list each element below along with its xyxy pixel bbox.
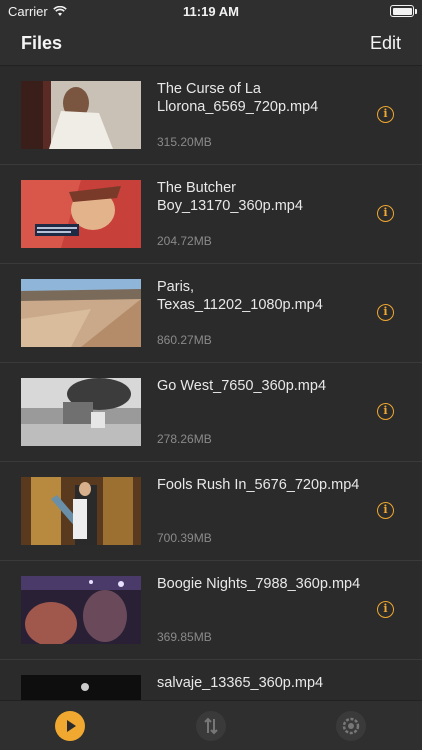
file-title: The Curse of La Llorona_6569_720p.mp4	[157, 81, 319, 115]
info-icon[interactable]: i	[377, 106, 394, 123]
battery-icon	[390, 5, 417, 17]
file-size: 204.72MB	[157, 234, 212, 248]
video-thumbnail	[21, 81, 141, 149]
file-row[interactable]: Go West_7650_360p.mp4 278.26MB i	[0, 363, 422, 462]
file-row[interactable]: The Curse of La Llorona_6569_720p.mp4 31…	[0, 66, 422, 165]
clock: 11:19 AM	[183, 4, 239, 19]
file-title: Go West_7650_360p.mp4	[157, 378, 327, 394]
file-title: Boogie Nights_7988_360p.mp4	[157, 576, 361, 592]
info-icon[interactable]: i	[377, 304, 394, 321]
file-list[interactable]: The Curse of La Llorona_6569_720p.mp4 31…	[0, 66, 422, 700]
file-title: Paris, Texas_11202_1080p.mp4	[157, 279, 323, 313]
status-bar: Carrier 11:19 AM	[0, 0, 422, 22]
info-icon[interactable]: i	[377, 403, 394, 420]
file-row[interactable]: The Butcher Boy_13170_360p.mp4 204.72MB …	[0, 165, 422, 264]
info-icon[interactable]: i	[377, 502, 394, 519]
file-title: The Butcher Boy_13170_360p.mp4	[157, 180, 303, 214]
file-size: 315.20MB	[157, 135, 212, 149]
file-title: salvaje_13365_360p.mp4	[157, 675, 324, 691]
file-row[interactable]: Boogie Nights_7988_360p.mp4 369.85MB i	[0, 561, 422, 660]
page-title: Files	[21, 33, 63, 53]
file-size: 278.26MB	[157, 432, 212, 446]
file-size: 369.85MB	[157, 630, 212, 644]
info-icon[interactable]: i	[377, 601, 394, 618]
video-thumbnail	[21, 477, 141, 545]
file-row[interactable]: Paris, Texas_11202_1080p.mp4 860.27MB i	[0, 264, 422, 363]
play-icon[interactable]	[55, 711, 85, 741]
video-thumbnail	[21, 675, 141, 700]
edit-button[interactable]: Edit	[370, 33, 401, 54]
file-title: Fools Rush In_5676_720p.mp4	[157, 477, 360, 493]
video-thumbnail	[21, 576, 141, 644]
video-thumbnail	[21, 180, 141, 248]
file-size: 860.27MB	[157, 333, 212, 347]
tab-bar	[0, 700, 422, 750]
file-row[interactable]: salvaje_13365_360p.mp4 i	[0, 660, 422, 700]
video-thumbnail	[21, 279, 141, 347]
gear-icon[interactable]	[336, 711, 366, 741]
video-thumbnail	[21, 378, 141, 446]
info-icon[interactable]: i	[377, 205, 394, 222]
file-size: 700.39MB	[157, 531, 212, 545]
transfer-icon[interactable]	[196, 711, 226, 741]
file-row[interactable]: Fools Rush In_5676_720p.mp4 700.39MB i	[0, 462, 422, 561]
navigation-bar: Files Edit	[0, 22, 422, 66]
